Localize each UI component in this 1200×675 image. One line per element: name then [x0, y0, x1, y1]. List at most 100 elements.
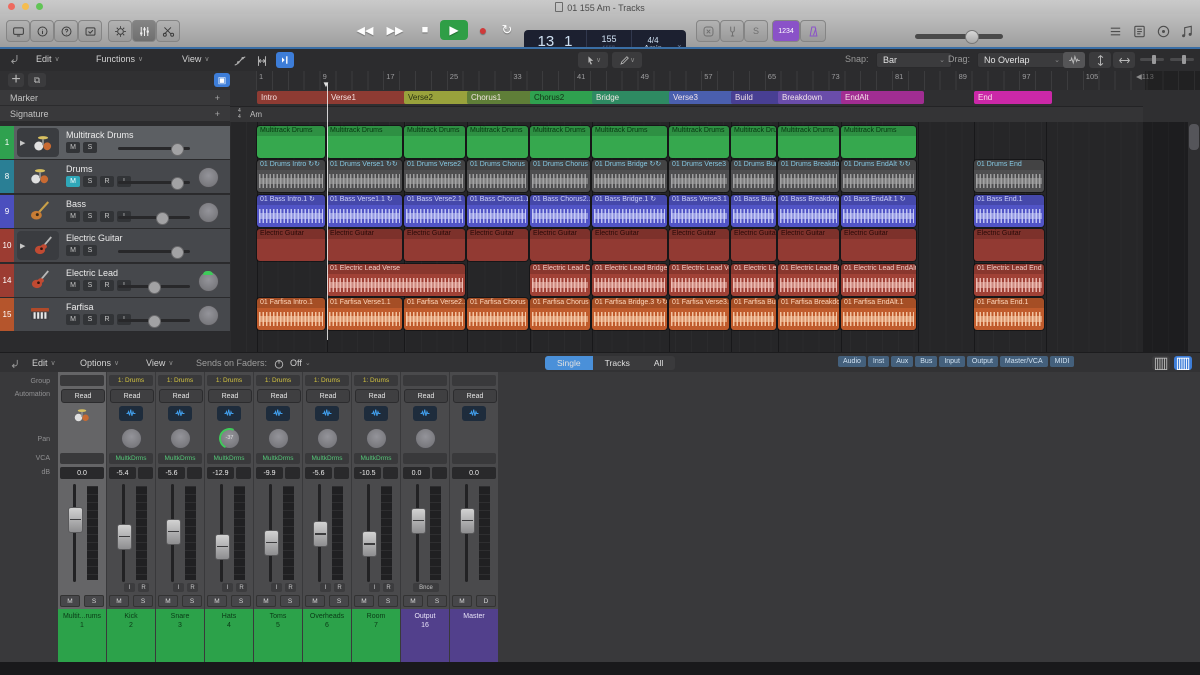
channel-name-plate[interactable]: Kick2: [107, 609, 155, 662]
vca-slot[interactable]: MultkDrms: [207, 453, 251, 464]
track-mute-button[interactable]: M: [66, 211, 80, 222]
input-format-button[interactable]: [364, 406, 388, 421]
track-pan-knob[interactable]: [198, 167, 219, 188]
track-pan-knob[interactable]: [198, 271, 219, 292]
mixer-menu-edit[interactable]: Edit∨: [32, 358, 56, 368]
scrollbar-thumb[interactable]: [1189, 124, 1199, 150]
volume-db-value[interactable]: 0.0: [403, 467, 430, 479]
volume-db-value[interactable]: 0.0: [60, 467, 104, 479]
input-format-button[interactable]: [266, 406, 290, 421]
group-slot[interactable]: 1: Drums: [109, 375, 153, 386]
playhead[interactable]: [327, 83, 328, 340]
track-volume-slider[interactable]: [118, 285, 190, 288]
play-button[interactable]: ▶: [440, 20, 468, 40]
channel-name-plate[interactable]: Toms5: [254, 609, 302, 662]
pan-knob[interactable]: [415, 428, 436, 449]
strip-input-monitor-button[interactable]: I: [320, 583, 331, 592]
mixer-menu-options[interactable]: Options∨: [80, 358, 119, 368]
input-format-button[interactable]: [168, 406, 192, 421]
group-slot[interactable]: 1: Drums: [207, 375, 251, 386]
strip-input-monitor-button[interactable]: I: [222, 583, 233, 592]
strip-record-enable-button[interactable]: R: [383, 583, 394, 592]
strip-mute-button[interactable]: M: [452, 595, 472, 607]
region-lead[interactable]: 01 Electric Lead EndAlt: [841, 264, 916, 296]
rewind-button[interactable]: ◀◀: [352, 20, 378, 40]
region-farfisa[interactable]: 01 Farfisa Build: [731, 298, 776, 330]
region-guitar[interactable]: Electric Guitar: [669, 229, 729, 261]
track-header-bass[interactable]: 9BassMSRI: [0, 195, 230, 229]
menu-view[interactable]: View∨: [182, 54, 209, 64]
view-tab-all[interactable]: All: [642, 356, 675, 370]
track-record-enable-button[interactable]: R: [100, 211, 114, 222]
region-drums[interactable]: 01 Drums Build: [731, 160, 776, 192]
region-drums[interactable]: 01 Drums Bridge ↻↻: [592, 160, 667, 192]
volume-db-value[interactable]: -10.5: [354, 467, 381, 479]
track-pan-knob[interactable]: [198, 202, 219, 223]
channel-name-plate[interactable]: Multit...rums1: [58, 609, 106, 662]
strip-record-enable-button[interactable]: R: [187, 583, 198, 592]
group-slot[interactable]: 1: Drums: [305, 375, 349, 386]
fader-cap[interactable]: [313, 521, 328, 547]
filter-input[interactable]: Input: [939, 356, 965, 367]
bounce-button[interactable]: Bnce: [413, 583, 439, 592]
group-slot[interactable]: 1: Drums: [158, 375, 202, 386]
vca-slot[interactable]: MultkDrms: [354, 453, 398, 464]
channel-strip-snare[interactable]: 1: DrumsReadMultkDrms-5.6IRMSSnare3: [156, 372, 205, 662]
track-solo-button[interactable]: S: [83, 142, 97, 153]
mixer-button[interactable]: [132, 20, 156, 42]
input-format-button[interactable]: [413, 406, 437, 421]
region-bass[interactable]: 01 Bass Verse3.1: [669, 195, 729, 227]
channel-strip-hats[interactable]: 1: DrumsRead-37MultkDrms-12.9IRMSHats4: [205, 372, 254, 662]
region-lead[interactable]: 01 Electric Lead Build: [731, 264, 776, 296]
volume-db-value[interactable]: -12.9: [207, 467, 234, 479]
toolbar-button[interactable]: [78, 20, 102, 42]
disclosure-triangle-icon[interactable]: ▶: [20, 242, 25, 250]
pan-knob[interactable]: [366, 428, 387, 449]
left-click-tool-menu[interactable]: ∨: [578, 52, 608, 68]
group-slot[interactable]: [403, 375, 447, 386]
channel-strip-output[interactable]: Read0.0BnceMSOutput16: [401, 372, 450, 662]
playhead-handle[interactable]: ▼: [322, 80, 330, 89]
vca-slot[interactable]: [452, 453, 496, 464]
smart-controls-button[interactable]: [108, 20, 132, 42]
metronome-button[interactable]: [800, 20, 826, 42]
region-drums[interactable]: 01 Drums End: [974, 160, 1044, 192]
region-drums[interactable]: 01 Drums Chorus: [530, 160, 590, 192]
volume-slider-thumb[interactable]: [171, 143, 184, 156]
region-stack_green[interactable]: Multitrack Drums: [778, 126, 839, 158]
pan-knob[interactable]: -37: [219, 428, 240, 449]
region-bass[interactable]: 01 Bass Build: [731, 195, 776, 227]
view-tab-single[interactable]: Single: [545, 356, 593, 370]
region-bass[interactable]: 01 Bass Verse1.1 ↻: [327, 195, 402, 227]
filter-master-vca[interactable]: Master/VCA: [1000, 356, 1048, 367]
track-header-config-button[interactable]: ▣: [214, 73, 230, 87]
volume-db-value[interactable]: -5.4: [109, 467, 136, 479]
region-guitar[interactable]: Electric Guitar: [404, 229, 465, 261]
duplicate-track-button[interactable]: ⧉: [28, 73, 46, 87]
automation-toggle-button[interactable]: [232, 53, 247, 68]
input-format-button[interactable]: [462, 406, 486, 421]
automation-mode-button[interactable]: Read: [306, 389, 350, 403]
volume-slider-thumb[interactable]: [148, 315, 161, 328]
region-drums[interactable]: 01 Drums Chorus: [467, 160, 528, 192]
input-format-button[interactable]: [315, 406, 339, 421]
loop-browser-button[interactable]: [1154, 22, 1172, 40]
region-stack_green[interactable]: Multitrack Drums: [404, 126, 465, 158]
strip-solo-button[interactable]: S: [280, 595, 300, 607]
automation-mode-button[interactable]: Read: [257, 389, 301, 403]
region-guitar[interactable]: Electric Guitar: [778, 229, 839, 261]
zoom-slider-thumb[interactable]: [1182, 55, 1186, 64]
region-guitar[interactable]: Electric Guitar: [974, 229, 1044, 261]
marker-verse1[interactable]: Verse1: [327, 91, 410, 104]
channel-strip-master[interactable]: Read0.0MDMaster: [450, 372, 499, 662]
region-lead[interactable]: 01 Electric Lead Verse: [327, 264, 465, 296]
fader-cap[interactable]: [411, 508, 426, 534]
input-format-button[interactable]: [217, 406, 241, 421]
region-farfisa[interactable]: 01 Farfisa Chorus: [530, 298, 590, 330]
tracks-back-button[interactable]: [8, 53, 21, 71]
channel-strip-toms[interactable]: 1: DrumsReadMultkDrms-9.9IRMSToms5: [254, 372, 303, 662]
track-mute-button[interactable]: M: [66, 176, 80, 187]
track-solo-button[interactable]: S: [83, 314, 97, 325]
marker-verse3[interactable]: Verse3: [669, 91, 737, 104]
strip-record-enable-button[interactable]: R: [236, 583, 247, 592]
